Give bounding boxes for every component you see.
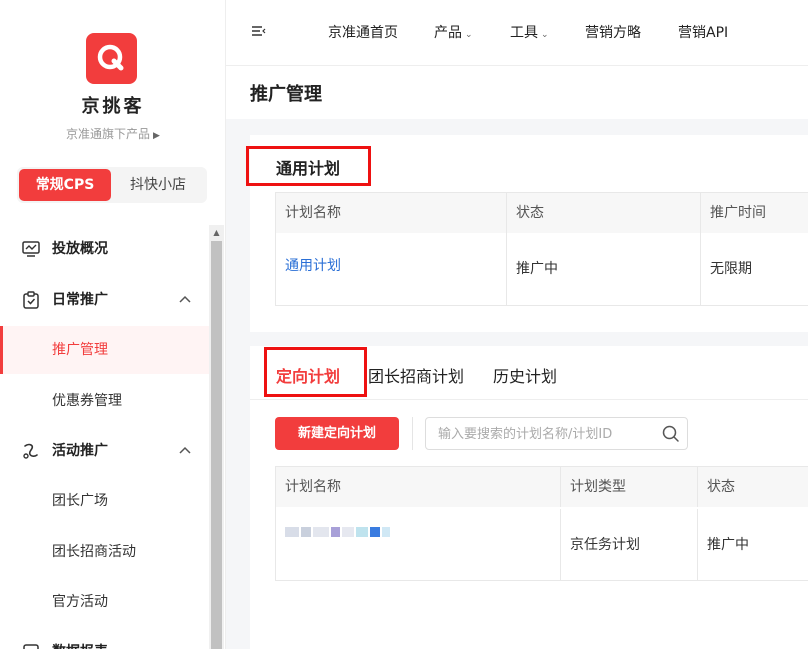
nav-marketing-api[interactable]: 营销API [678, 22, 728, 42]
table-cell-status: 推广中 [707, 537, 749, 553]
sidebar-item-leader-square[interactable]: 团长广场 [0, 477, 209, 525]
sidebar-item-label: 投放概况 [52, 241, 108, 257]
sidebar-subitem-label: 优惠券管理 [52, 393, 122, 409]
chevron-up-icon[interactable] [179, 295, 191, 303]
table-cell-status: 推广中 [507, 233, 701, 306]
sidebar-subitem-label: 团长招商活动 [52, 544, 136, 560]
table-cell-plan-type: 京任务计划 [561, 509, 698, 581]
sidebar-subitem-label: 官方活动 [52, 594, 108, 610]
brand-subtitle-text: 京准通旗下产品 [66, 127, 151, 141]
chevron-down-icon: ⌄ [465, 30, 473, 40]
sidebar-item-data-report[interactable]: 数据报表 [0, 630, 209, 649]
nav-item-label: 产品 [434, 25, 462, 41]
toolbar-divider [412, 417, 413, 450]
sidebar-item-official-activity[interactable]: 官方活动 [0, 578, 209, 626]
highlight-box-targeted-plan [264, 347, 367, 397]
report-icon [23, 644, 39, 649]
search-logo-icon [97, 44, 124, 71]
sidebar: 京挑客 京准通旗下产品 ▶ 常规CPS 抖快小店 投放概况 日常推广 推广管理 … [0, 0, 226, 649]
brand-logo[interactable] [86, 33, 137, 84]
sidebar-item-coupon-management[interactable]: 优惠券管理 [0, 377, 209, 425]
tabs-divider [250, 399, 808, 400]
table-header-plan-name: 计划名称 [276, 467, 561, 507]
table-header-status: 状态 [507, 193, 701, 233]
plan-search-box [425, 417, 688, 450]
table-row: 通用计划 [276, 233, 507, 306]
sidebar-item-label: 日常推广 [52, 292, 108, 308]
nav-item-label: 工具 [510, 25, 538, 41]
page-title: 推广管理 [250, 84, 322, 105]
nav-marketing-strategy[interactable]: 营销方略 [585, 22, 641, 42]
caret-right-icon: ▶ [153, 131, 160, 141]
nav-item-label: 京准通首页 [328, 25, 398, 41]
chevron-down-icon: ⌄ [541, 30, 549, 40]
sidebar-item-activity-promotion[interactable]: 活动推广 [0, 429, 209, 473]
scrollbar-thumb[interactable] [211, 241, 222, 649]
nav-tools[interactable]: 工具 ⌄ [510, 22, 549, 42]
chevron-up-icon[interactable] [179, 446, 191, 454]
sidebar-item-label: 数据报表 [52, 630, 108, 649]
table-cell-plan-name[interactable] [276, 509, 561, 581]
highlight-box-general-plan [246, 146, 371, 186]
tab-leader-recruit-plan[interactable]: 团长招商计划 [368, 363, 464, 387]
monitor-chart-icon [22, 241, 40, 257]
sidebar-item-leader-recruitment[interactable]: 团长招商活动 [0, 528, 209, 576]
table-header-status: 状态 [698, 467, 808, 507]
sidebar-item-promotion-management[interactable]: 推广管理 [0, 326, 209, 374]
sidebar-subitem-label: 推广管理 [52, 342, 108, 358]
table-header-plan-name: 计划名称 [276, 193, 507, 233]
nav-products[interactable]: 产品 ⌄ [434, 22, 473, 42]
brand-subtitle[interactable]: 京准通旗下产品 ▶ [0, 125, 226, 142]
table-header-promo-time: 推广时间 [701, 193, 808, 233]
mode-tab-cps[interactable]: 常规CPS [19, 169, 111, 201]
tab-history-plan[interactable]: 历史计划 [493, 363, 557, 387]
general-plan-table: 计划名称 状态 推广时间 通用计划 推广中 无限期 [275, 192, 808, 306]
sidebar-scrollbar[interactable]: ▲ [209, 225, 224, 649]
menu-collapse-icon[interactable] [252, 25, 266, 37]
new-targeted-plan-button[interactable]: 新建定向计划 [275, 417, 399, 450]
plan-search-input[interactable] [438, 424, 653, 444]
table-cell-time: 无限期 [710, 261, 752, 277]
sidebar-subitem-label: 团长广场 [52, 493, 108, 509]
top-navigation: 京准通首页 产品 ⌄ 工具 ⌄ 营销方略 营销API [226, 0, 808, 66]
general-plan-link[interactable]: 通用计划 [285, 258, 341, 274]
search-icon[interactable] [662, 425, 680, 443]
brand-name: 京挑客 [81, 96, 145, 117]
redacted-plan-name [285, 521, 392, 540]
app-root: 京挑客 京准通旗下产品 ▶ 常规CPS 抖快小店 投放概况 日常推广 推广管理 … [0, 0, 808, 649]
nav-item-label: 营销API [678, 25, 729, 41]
mode-switcher: 常规CPS 抖快小店 [17, 167, 207, 203]
sidebar-item-label: 活动推广 [52, 443, 108, 459]
nav-jzt-home[interactable]: 京准通首页 [328, 22, 398, 42]
sidebar-item-daily-promotion[interactable]: 日常推广 [0, 278, 209, 322]
activity-icon [23, 443, 38, 459]
sidebar-item-overview[interactable]: 投放概况 [0, 227, 209, 271]
scroll-up-arrow-icon[interactable]: ▲ [209, 225, 224, 241]
nav-item-label: 营销方略 [585, 25, 641, 41]
mode-tab-douyin-kuaishou[interactable]: 抖快小店 [111, 169, 205, 201]
clipboard-check-icon [23, 291, 39, 309]
table-header-plan-type: 计划类型 [561, 467, 698, 507]
